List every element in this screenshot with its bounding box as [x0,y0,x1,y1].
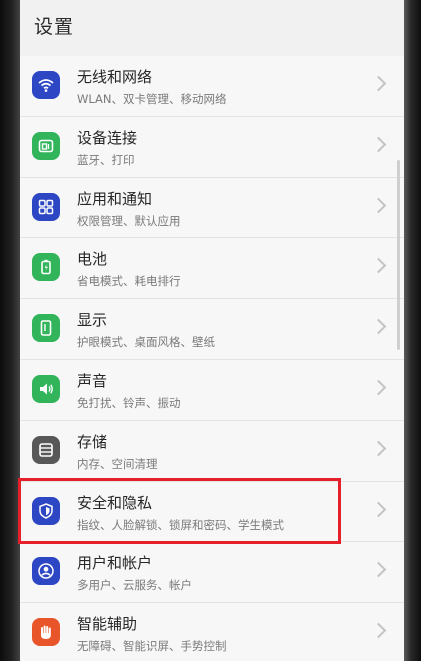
settings-item-title: 显示 [77,311,108,330]
settings-item-title: 无线和网络 [77,68,153,86]
settings-item-display[interactable]: 显示 护眼模式、桌面风格、壁纸 [20,299,406,360]
settings-item-users-accounts[interactable]: 用户和帐户 多用户、云服务、帐户 [20,542,406,604]
chevron-right-icon [370,75,387,92]
settings-item-sound[interactable]: 声音 免打扰、铃声、振动 [20,360,406,421]
settings-item-storage[interactable]: 存储 内存、空间清理 [20,421,406,482]
settings-item-subtitle: 蓝牙、打印 [77,152,135,167]
settings-item-title: 应用和通知 [77,189,153,208]
settings-item-title: 存储 [77,432,108,451]
settings-item-subtitle: 免打扰、铃声、振动 [77,395,181,410]
settings-item-title: 设备连接 [77,128,138,147]
settings-item-smart-assistance[interactable]: 智能辅助 无障碍、智能识屏、手势控制 [20,603,406,661]
device-bezel-left [0,0,22,661]
shield-icon [32,496,60,525]
settings-item-subtitle: 无障碍、智能识屏、手势控制 [77,639,227,654]
chevron-right-icon [370,562,387,578]
settings-item-subtitle: 权限管理、默认应用 [77,213,181,228]
battery-icon [32,253,60,282]
hand-icon [32,618,60,647]
settings-item-title: 智能辅助 [77,615,138,634]
chevron-right-icon [370,501,387,517]
settings-item-title: 电池 [77,250,108,269]
settings-item-subtitle: 内存、空间清理 [77,456,158,471]
page-title: 设置 [34,16,75,38]
settings-item-subtitle: WLAN、双卡管理、移动网络 [77,92,227,106]
chevron-right-icon [370,622,387,639]
user-icon [32,557,60,586]
settings-item-apps-notifications[interactable]: 应用和通知 权限管理、默认应用 [20,178,406,239]
settings-item-title: 安全和隐私 [77,493,153,512]
settings-item-title: 用户和帐户 [77,554,153,573]
chevron-right-icon [370,318,387,335]
settings-screen: 设置 无线和网络 WLAN、双卡管理、移动网络 设备连接 蓝牙、打印 应用和通知 [20,0,406,661]
settings-item-wireless-network[interactable]: 无线和网络 WLAN、双卡管理、移动网络 [20,56,406,117]
settings-item-subtitle: 省电模式、耗电排行 [77,274,181,289]
device-bezel-right [404,0,421,661]
settings-item-subtitle: 护眼模式、桌面风格、壁纸 [77,335,215,350]
chevron-right-icon [370,258,387,274]
sound-icon [32,374,60,403]
settings-item-subtitle: 多用户、云服务、帐户 [77,578,192,593]
settings-item-device-connection[interactable]: 设备连接 蓝牙、打印 [20,117,406,178]
storage-icon [32,435,60,464]
settings-item-subtitle: 指纹、人脸解锁、锁屏和密码、学生模式 [77,517,284,532]
settings-item-security-privacy[interactable]: 安全和隐私 指纹、人脸解锁、锁屏和密码、学生模式 [20,482,406,543]
settings-item-battery[interactable]: 电池 省电模式、耗电排行 [20,238,406,300]
display-icon [32,314,60,343]
apps-icon [32,192,60,221]
wifi-icon [32,71,60,99]
chevron-right-icon [370,197,387,213]
settings-list: 无线和网络 WLAN、双卡管理、移动网络 设备连接 蓝牙、打印 应用和通知 权限… [20,56,406,661]
device-connect-icon [32,131,60,160]
settings-item-title: 声音 [77,371,108,390]
chevron-right-icon [370,136,387,153]
scrollbar[interactable] [397,160,400,350]
chevron-right-icon [370,379,387,396]
chevron-right-icon [370,440,387,457]
